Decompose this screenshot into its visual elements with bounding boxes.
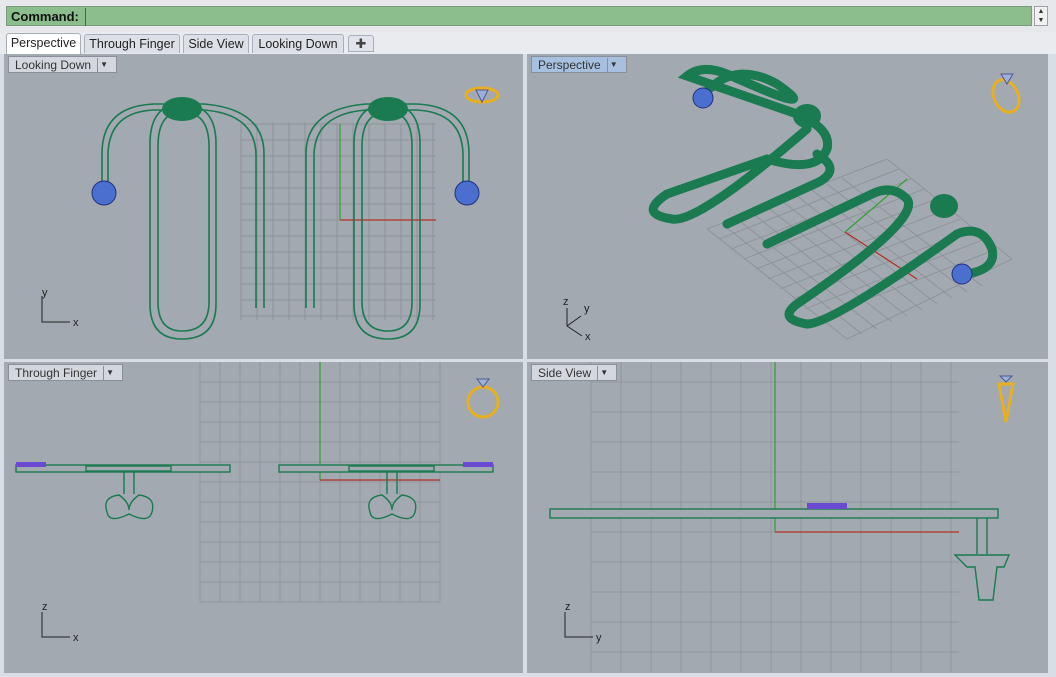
axis-x-label: x: [73, 632, 79, 644]
viewport-title-text: Looking Down: [15, 57, 92, 72]
viewport-title-perspective[interactable]: Perspective ▼: [531, 56, 627, 73]
scroll-down-icon[interactable]: ▼: [1035, 16, 1047, 25]
viewport-title-through-finger[interactable]: Through Finger ▼: [8, 364, 124, 381]
command-scroll[interactable]: ▲ ▼: [1034, 6, 1048, 26]
viewport-title-text: Side View: [538, 365, 592, 380]
gem-lower-icon: [951, 263, 973, 285]
ring-orientation-icon: [466, 378, 500, 419]
construction-grid: [240, 123, 436, 320]
construction-grid: [706, 158, 1013, 340]
viewport-tab-bar: Perspective Through Finger Side View Loo…: [0, 32, 1056, 54]
through-finger-canvas: z x: [15, 362, 500, 644]
command-field[interactable]: Command:: [6, 6, 1032, 26]
ring-model-top: [101, 103, 470, 340]
axis-x-label: x: [73, 317, 79, 329]
gem-upper-icon: [692, 87, 714, 109]
viewport-title-side-view[interactable]: Side View ▼: [531, 364, 618, 381]
looking-down-canvas: y x: [41, 86, 500, 340]
axis-x-label: x: [585, 331, 591, 343]
side-view-canvas: z y: [549, 362, 1015, 672]
setting-left: [162, 97, 202, 121]
viewport-perspective[interactable]: z y x Perspective ▼: [527, 54, 1048, 359]
ring-orientation-icon: [464, 86, 500, 104]
axis-z-label: z: [563, 296, 569, 308]
ring-orientation-icon: [991, 73, 1021, 114]
axis-y-label: y: [42, 287, 48, 299]
axis-z-label: z: [42, 601, 48, 613]
tab-through-finger[interactable]: Through Finger: [84, 34, 180, 53]
setting-lower: [930, 194, 958, 218]
ring-model-front: [15, 464, 494, 520]
command-input[interactable]: [85, 8, 1030, 26]
command-bar: Command: ▲ ▼: [0, 0, 1056, 33]
chevron-down-icon[interactable]: ▼: [103, 365, 116, 380]
plus-icon: ✚: [355, 36, 367, 51]
axis-y-label: y: [596, 632, 602, 644]
viewport-side-view[interactable]: z y Side View ▼: [527, 362, 1048, 673]
add-tab-button[interactable]: ✚: [348, 35, 374, 52]
axis-z-label: z: [565, 601, 571, 613]
viewport-looking-down[interactable]: y x Looking Down ▼: [4, 54, 523, 359]
command-label: Command:: [11, 9, 79, 24]
chevron-down-icon[interactable]: ▼: [597, 365, 610, 380]
tab-perspective[interactable]: Perspective: [6, 33, 81, 54]
perspective-canvas: z y x: [563, 65, 1021, 343]
axis-widget: [41, 296, 70, 323]
gem-right-icon: [454, 180, 480, 206]
axis-widget: [564, 612, 593, 638]
viewport-title-text: Perspective: [538, 57, 601, 72]
chevron-down-icon[interactable]: ▼: [606, 57, 620, 72]
viewport-through-finger[interactable]: z x Through Finger ▼: [4, 362, 523, 673]
gem-left-icon: [91, 180, 117, 206]
viewport-title-looking-down[interactable]: Looking Down ▼: [8, 56, 118, 73]
gems-side-icon: [807, 503, 847, 509]
scroll-up-icon[interactable]: ▲: [1035, 7, 1047, 16]
ring-model-side: [549, 508, 1011, 601]
tab-looking-down[interactable]: Looking Down: [252, 34, 344, 53]
axis-widget: [41, 612, 70, 638]
axis-widget: [566, 308, 583, 337]
ring-orientation-icon: [997, 375, 1015, 423]
tab-side-view[interactable]: Side View: [183, 34, 249, 53]
chevron-down-icon[interactable]: ▼: [97, 57, 110, 72]
axis-y-label: y: [584, 303, 590, 315]
setting-right: [368, 97, 408, 121]
viewport-title-text: Through Finger: [15, 365, 98, 380]
setting-upper: [793, 104, 821, 128]
